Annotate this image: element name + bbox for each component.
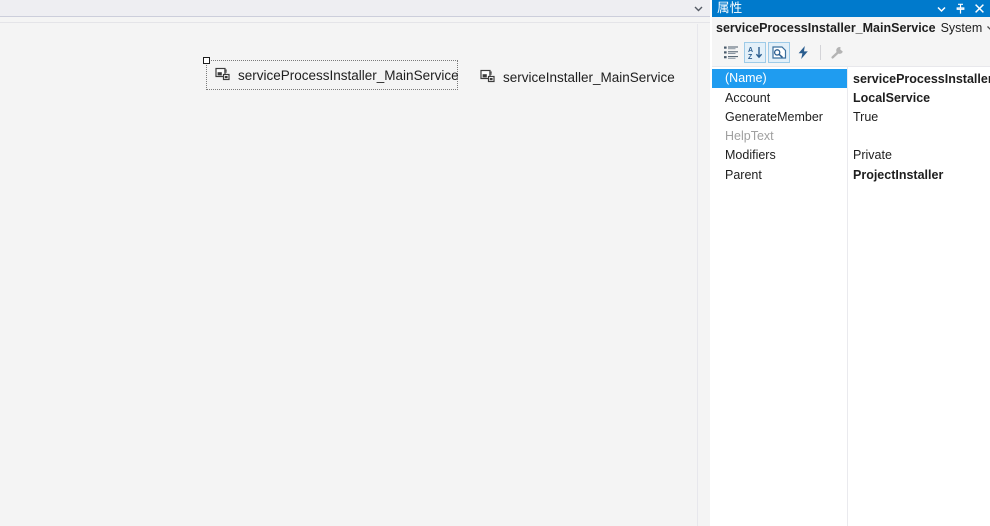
properties-title-bar: 属性: [712, 0, 990, 17]
property-value[interactable]: ProjectInstaller: [847, 168, 990, 182]
close-icon[interactable]: [974, 3, 985, 15]
titlebar-actions: [936, 3, 990, 15]
table-row[interactable]: HelpText: [712, 127, 990, 146]
table-row[interactable]: GenerateMember True: [712, 107, 990, 126]
property-grid[interactable]: (Name) serviceProcessInstaller_MainServi…: [712, 66, 990, 526]
events-button[interactable]: [792, 42, 814, 63]
component-label: serviceInstaller_MainService: [503, 69, 675, 85]
component-serviceprocessinstaller[interactable]: serviceProcessInstaller_MainService: [203, 57, 459, 90]
property-name: GenerateMember: [725, 109, 823, 124]
property-name: (Name): [712, 69, 847, 89]
auto-hide-pin-icon[interactable]: [955, 3, 966, 15]
svg-text:A: A: [748, 47, 753, 54]
selection-handle[interactable]: [203, 57, 210, 64]
properties-toolbar: A Z: [712, 40, 990, 64]
table-row[interactable]: Parent ProjectInstaller: [712, 165, 990, 184]
wrench-icon: [826, 42, 848, 63]
properties-panel: 属性 serviceProcessInstaller_MainService S…: [712, 0, 990, 526]
object-selector-combobox[interactable]: serviceProcessInstaller_MainService Syst…: [712, 17, 990, 39]
table-row[interactable]: Modifiers Private: [712, 146, 990, 165]
designer-toolbar: [0, 0, 710, 17]
property-name: Modifiers: [725, 148, 776, 163]
chevron-down-icon[interactable]: [693, 4, 704, 13]
categorized-button[interactable]: [720, 42, 742, 63]
svg-text:Z: Z: [748, 54, 753, 60]
designer-surface[interactable]: serviceProcessInstaller_MainService serv…: [0, 24, 710, 526]
toolbar-separator: [820, 44, 821, 60]
window-menu-chevron-icon[interactable]: [936, 3, 947, 15]
object-selector-type: System: [940, 21, 983, 35]
component-serviceinstaller[interactable]: serviceInstaller_MainService: [472, 62, 685, 92]
property-rows: (Name) serviceProcessInstaller_MainServi…: [712, 69, 990, 184]
properties-page-button[interactable]: [768, 41, 790, 63]
component-icon: [480, 69, 496, 85]
designer-subtoolbar: [0, 18, 710, 23]
table-row[interactable]: Account LocalService: [712, 88, 990, 107]
property-name: HelpText: [725, 129, 774, 144]
alphabetical-button[interactable]: A Z: [744, 41, 766, 63]
visual-studio-window: serviceProcessInstaller_MainService serv…: [0, 0, 990, 526]
property-value[interactable]: LocalService: [847, 91, 990, 105]
component-label: serviceProcessInstaller_MainService: [238, 67, 459, 83]
designer-vertical-scrollbar[interactable]: [697, 24, 710, 526]
component-icon: [215, 67, 231, 83]
property-value[interactable]: serviceProcessInstaller_MainService: [847, 72, 990, 86]
property-value[interactable]: True: [847, 110, 990, 124]
property-name: Parent: [725, 167, 762, 182]
table-row[interactable]: (Name) serviceProcessInstaller_MainServi…: [712, 69, 990, 89]
designer-pane: serviceProcessInstaller_MainService serv…: [0, 0, 710, 526]
chevron-down-icon[interactable]: [986, 24, 990, 32]
property-name: Account: [725, 90, 771, 105]
property-value[interactable]: Private: [847, 148, 990, 162]
panel-title: 属性: [717, 1, 743, 15]
object-selector-name: serviceProcessInstaller_MainService: [716, 21, 936, 35]
